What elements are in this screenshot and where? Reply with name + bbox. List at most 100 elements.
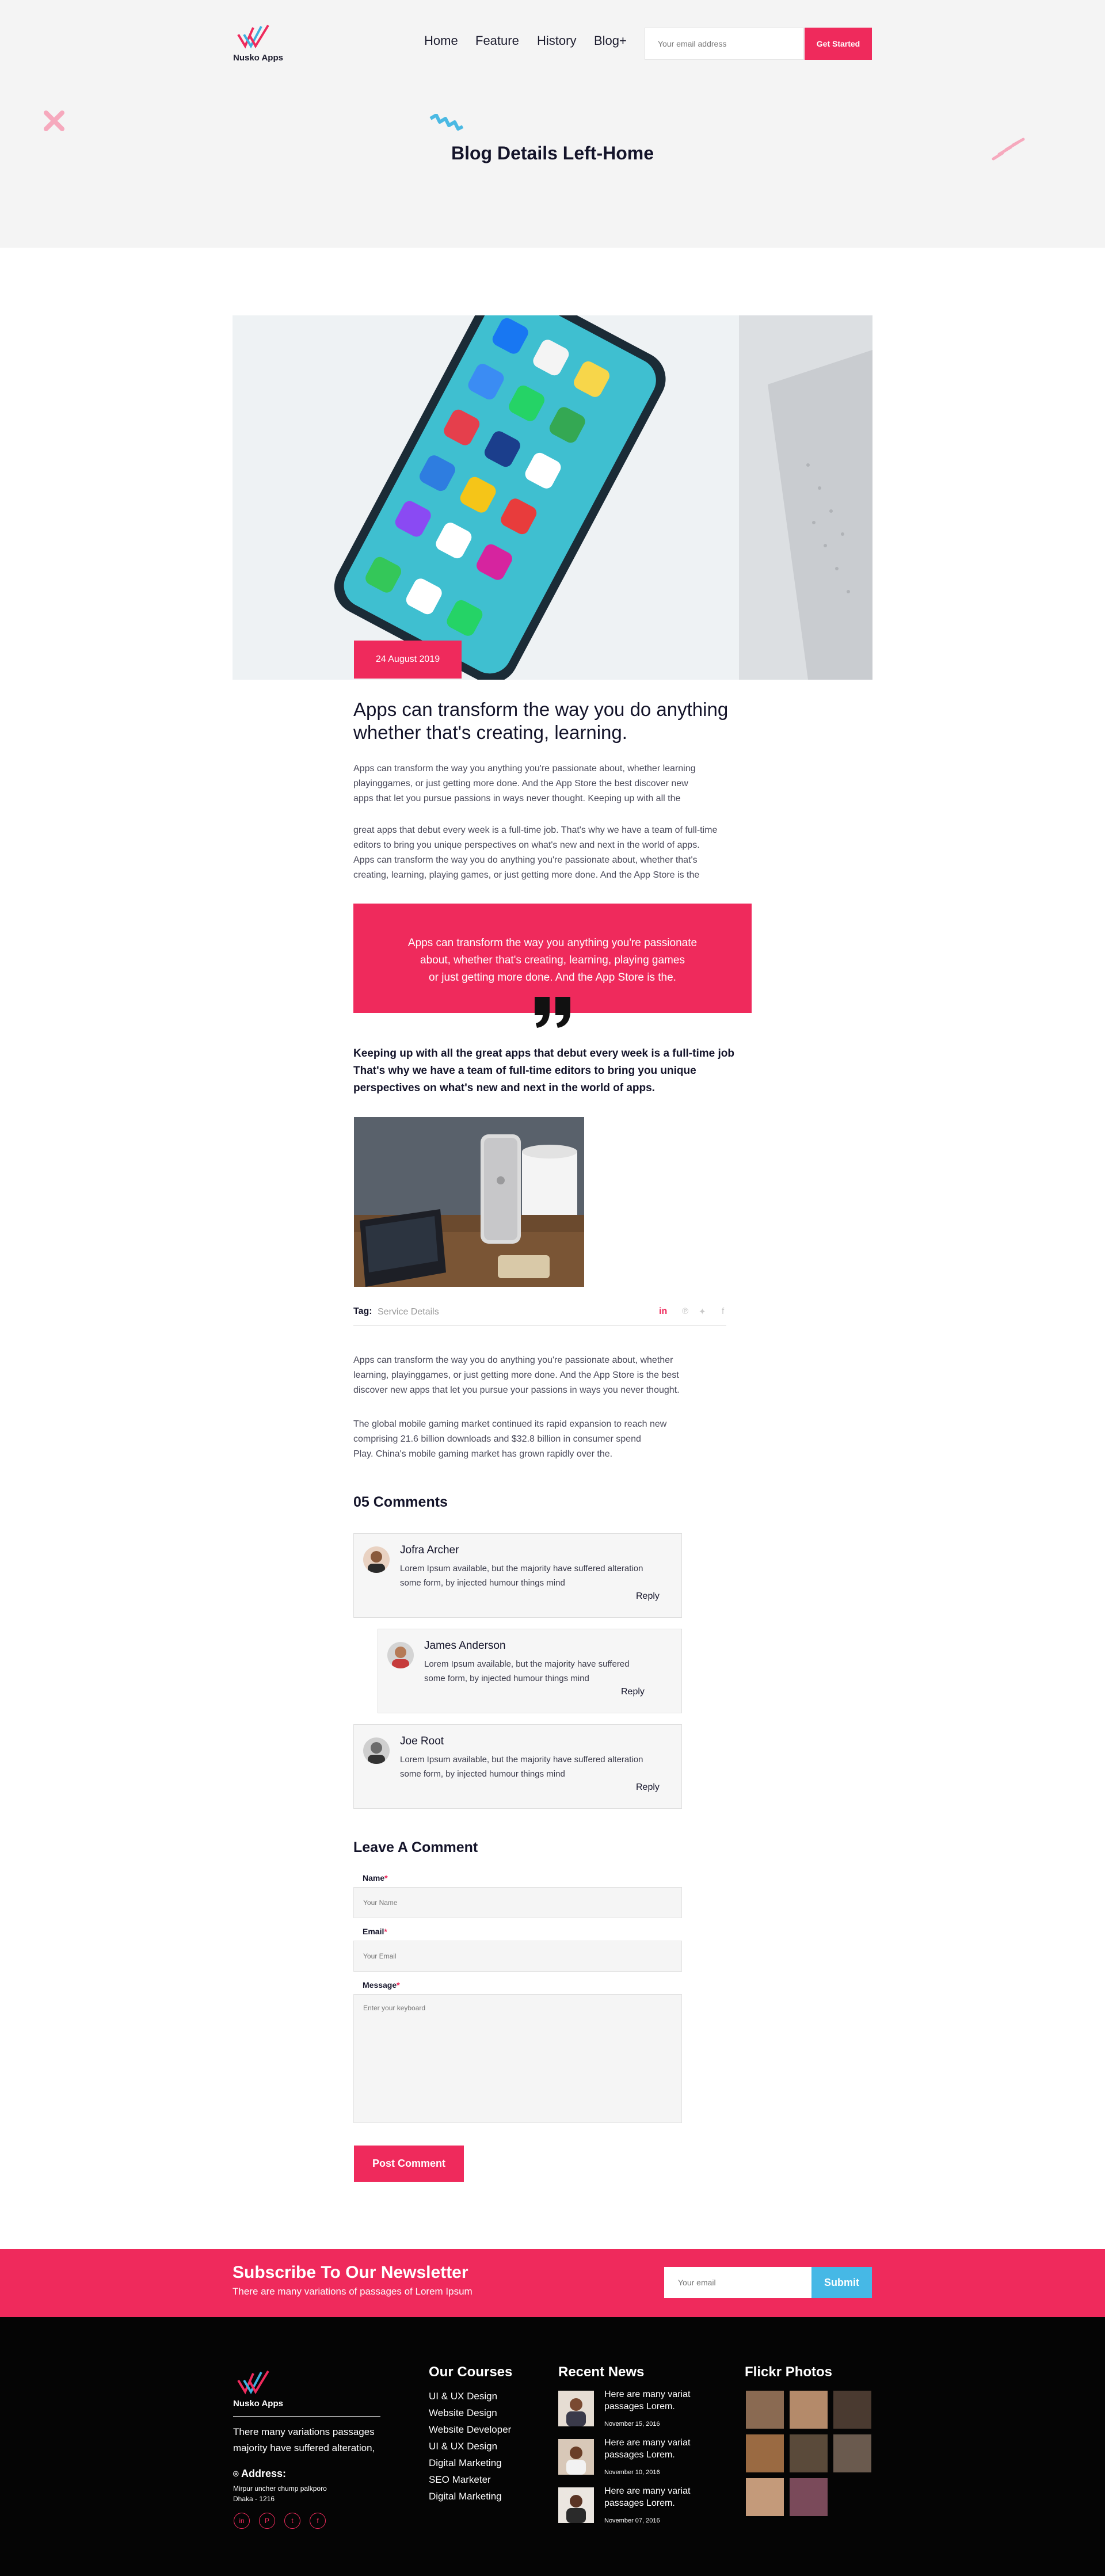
flickr-photo[interactable] bbox=[746, 2391, 784, 2429]
nav-blog[interactable]: Blog+ bbox=[594, 33, 627, 48]
share-pinterest-icon[interactable]: ℗ bbox=[682, 1306, 688, 1316]
newsletter-email-input[interactable] bbox=[664, 2267, 811, 2298]
nav-home[interactable]: Home bbox=[424, 33, 458, 48]
tag-row: Tag: Service Details in ℗ ✦ f bbox=[353, 1306, 726, 1326]
flickr-photo[interactable] bbox=[790, 2478, 828, 2516]
news-title[interactable]: Here are many variat passages Lorem. bbox=[604, 2485, 714, 2509]
footer-address-label: ⌾ Address: bbox=[233, 2468, 286, 2479]
course-link[interactable]: Digital Marketing bbox=[429, 2457, 502, 2469]
quote-mark-icon bbox=[535, 997, 570, 1028]
name-field[interactable] bbox=[353, 1887, 682, 1918]
share-twitter-icon[interactable]: ✦ bbox=[699, 1306, 706, 1317]
name-label: Name* bbox=[363, 1873, 388, 1883]
nav-feature[interactable]: Feature bbox=[475, 33, 519, 48]
course-link[interactable]: Website Design bbox=[429, 2407, 497, 2419]
email-label: Email* bbox=[363, 1927, 387, 1936]
avatar bbox=[387, 1642, 414, 1668]
comment-author: James Anderson bbox=[424, 1640, 506, 1652]
footer-divider bbox=[233, 2416, 380, 2417]
iphone-dock-image bbox=[354, 1117, 584, 1287]
comment-form-heading: Leave A Comment bbox=[353, 1839, 478, 1855]
post-paragraph-1: Apps can transform the way you anything … bbox=[353, 764, 696, 803]
brand-logo-icon[interactable] bbox=[236, 23, 276, 52]
comment-text: Lorem Ipsum available, but the majority … bbox=[400, 1564, 643, 1588]
course-link[interactable]: SEO Marketer bbox=[429, 2474, 491, 2486]
message-label: Message* bbox=[363, 1980, 400, 1990]
news-thumbnail[interactable] bbox=[558, 2487, 594, 2523]
comment-author: Joe Root bbox=[400, 1735, 444, 1747]
footer-brand-name: Nusko Apps bbox=[233, 2399, 283, 2409]
course-link[interactable]: UI & UX Design bbox=[429, 2441, 497, 2452]
reply-button[interactable]: Reply bbox=[621, 1687, 645, 1697]
flickr-photo[interactable] bbox=[790, 2391, 828, 2429]
news-date: November 07, 2016 bbox=[604, 2517, 660, 2524]
tag-link[interactable]: Service Details bbox=[378, 1307, 439, 1317]
course-link[interactable]: Digital Marketing bbox=[429, 2491, 502, 2502]
featured-phone-image bbox=[233, 315, 872, 680]
header-email-input[interactable] bbox=[645, 28, 804, 60]
flickr-photo[interactable] bbox=[833, 2391, 871, 2429]
newsletter-banner: Subscribe To Our Newsletter There are ma… bbox=[0, 2249, 1105, 2317]
post-paragraph-3: Apps can transform the way you do anythi… bbox=[353, 1355, 680, 1395]
post-date-badge: 24 August 2019 bbox=[354, 641, 462, 679]
comment-item: James Anderson Lorem Ipsum available, bu… bbox=[378, 1629, 682, 1713]
news-title[interactable]: Here are many variat passages Lorem. bbox=[604, 2437, 714, 2461]
news-thumbnail[interactable] bbox=[558, 2391, 594, 2426]
news-date: November 10, 2016 bbox=[604, 2469, 660, 2476]
reply-button[interactable]: Reply bbox=[636, 1591, 660, 1602]
course-link[interactable]: Website Developer bbox=[429, 2424, 511, 2436]
comment-author: Jofra Archer bbox=[400, 1544, 459, 1556]
footer-about: There many variations passages majority h… bbox=[233, 2426, 375, 2453]
share-facebook-icon[interactable]: f bbox=[722, 1306, 724, 1316]
comment-item: Joe Root Lorem Ipsum available, but the … bbox=[353, 1724, 682, 1809]
flickr-photo[interactable] bbox=[746, 2434, 784, 2472]
social-linkedin-icon[interactable]: in bbox=[234, 2513, 250, 2529]
post-title-line-1: Apps can transform the way you do anythi… bbox=[353, 699, 729, 720]
location-pin-icon: ⌾ bbox=[233, 2470, 239, 2479]
footer-logo-icon[interactable] bbox=[236, 2369, 276, 2398]
tag-label: Tag: bbox=[353, 1306, 372, 1316]
news-date: November 15, 2016 bbox=[604, 2421, 660, 2428]
hero-header: Nusko Apps Home Feature History Blog+ Ge… bbox=[0, 0, 1105, 247]
news-title[interactable]: Here are many variat passages Lorem. bbox=[604, 2388, 714, 2413]
recent-news-heading: Recent News bbox=[558, 2364, 645, 2380]
social-twitter-icon[interactable]: t bbox=[284, 2513, 300, 2529]
footer-address: Mirpur uncher chump palkporo Dhaka - 1216 bbox=[233, 2484, 327, 2503]
newsletter-submit-button[interactable]: Submit bbox=[811, 2267, 872, 2298]
social-facebook-icon[interactable]: f bbox=[310, 2513, 326, 2529]
courses-heading: Our Courses bbox=[429, 2364, 513, 2380]
comments-heading: 05 Comments bbox=[353, 1494, 448, 1510]
post-paragraph-2: great apps that debut every week is a fu… bbox=[353, 825, 718, 880]
email-field[interactable] bbox=[353, 1941, 682, 1972]
post-comment-button[interactable]: Post Comment bbox=[354, 2146, 464, 2182]
brand-name: Nusko Apps bbox=[233, 53, 283, 63]
news-thumbnail[interactable] bbox=[558, 2439, 594, 2475]
cross-shape-icon bbox=[44, 110, 64, 131]
share-linkedin-icon[interactable]: in bbox=[659, 1306, 667, 1317]
avatar bbox=[363, 1737, 390, 1764]
newsletter-title: Subscribe To Our Newsletter bbox=[233, 2263, 468, 2282]
reply-button[interactable]: Reply bbox=[636, 1782, 660, 1793]
quote-text: Apps can transform the way you anything … bbox=[407, 937, 698, 984]
post-title: Apps can transform the way you do anythi… bbox=[353, 698, 728, 744]
nav-history[interactable]: History bbox=[537, 33, 576, 48]
comment-text: Lorem Ipsum available, but the majority … bbox=[424, 1659, 630, 1683]
page-title: Blog Details Left-Home bbox=[451, 143, 654, 163]
flickr-photo[interactable] bbox=[833, 2434, 871, 2472]
course-link[interactable]: UI & UX Design bbox=[429, 2391, 497, 2402]
newsletter-subtitle: There are many variations of passages of… bbox=[233, 2286, 473, 2297]
flickr-photo[interactable] bbox=[790, 2434, 828, 2472]
comment-text: Lorem Ipsum available, but the majority … bbox=[400, 1755, 643, 1779]
post-title-line-2: whether that's creating, learning. bbox=[353, 722, 627, 743]
post-paragraph-4: The global mobile gaming market continue… bbox=[353, 1419, 667, 1459]
social-pinterest-icon[interactable]: P bbox=[259, 2513, 275, 2529]
get-started-button[interactable]: Get Started bbox=[805, 28, 872, 60]
comment-item: Jofra Archer Lorem Ipsum available, but … bbox=[353, 1533, 682, 1618]
site-footer: Nusko Apps There many variations passage… bbox=[0, 2317, 1105, 2576]
post-bold-paragraph: Keeping up with all the great apps that … bbox=[353, 1047, 734, 1094]
flickr-photo[interactable] bbox=[746, 2478, 784, 2516]
zigzag-shape-icon bbox=[429, 114, 464, 131]
flickr-heading: Flickr Photos bbox=[745, 2364, 833, 2380]
avatar bbox=[363, 1546, 390, 1573]
message-field[interactable] bbox=[353, 1994, 682, 2123]
